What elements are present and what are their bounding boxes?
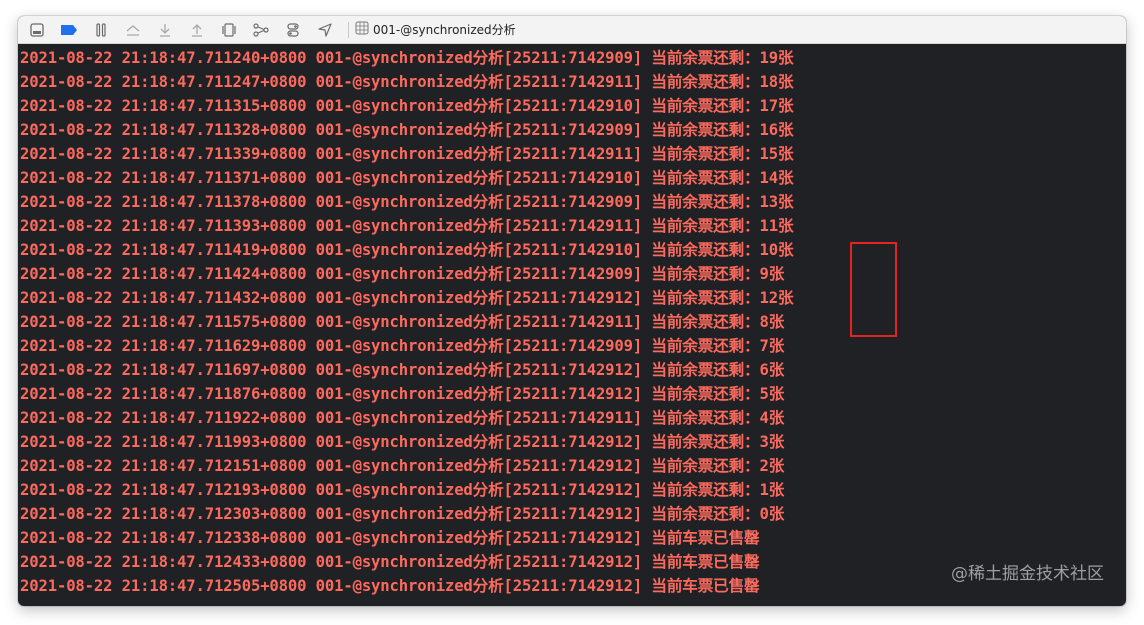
log-line: 2021-08-22 21:18:47.711378+0800 001-@syn… [20, 193, 794, 211]
hide-debug-area-icon [30, 22, 44, 37]
log-line: 2021-08-22 21:18:47.711993+0800 001-@syn… [20, 433, 785, 451]
log-line: 2021-08-22 21:18:47.712151+0800 001-@syn… [20, 457, 785, 475]
log-line: 2021-08-22 21:18:47.711328+0800 001-@syn… [20, 121, 794, 139]
log-line: 2021-08-22 21:18:47.711424+0800 001-@syn… [20, 265, 785, 283]
log-line: 2021-08-22 21:18:47.711876+0800 001-@syn… [20, 385, 785, 403]
pause-icon [95, 22, 107, 37]
log-line: 2021-08-22 21:18:47.712303+0800 001-@syn… [20, 505, 785, 523]
log-line: 2021-08-22 21:18:47.712338+0800 001-@syn… [20, 529, 760, 547]
step-out-button[interactable] [186, 19, 208, 41]
memory-graph-icon [253, 22, 269, 37]
simulate-location-icon [318, 22, 332, 37]
log-line: 2021-08-22 21:18:47.711697+0800 001-@syn… [20, 361, 785, 379]
environment-overrides-icon [286, 22, 300, 37]
step-over-button[interactable] [122, 19, 144, 41]
target-grid-icon [355, 20, 369, 39]
breadcrumb-label: 001-@synchronized分析 [373, 23, 516, 37]
pause-button[interactable] [90, 19, 112, 41]
console-output[interactable]: 2021-08-22 21:18:47.711240+0800 001-@syn… [18, 45, 1126, 606]
log-line: 2021-08-22 21:18:47.711240+0800 001-@syn… [20, 49, 794, 67]
step-over-icon [125, 23, 141, 37]
log-line: 2021-08-22 21:18:47.711247+0800 001-@syn… [20, 73, 794, 91]
view-hierarchy-button[interactable] [218, 19, 240, 41]
step-into-button[interactable] [154, 19, 176, 41]
debug-toolbar: 001-@synchronized分析 [18, 16, 1126, 44]
log-line: 2021-08-22 21:18:47.711419+0800 001-@syn… [20, 241, 794, 259]
log-line: 2021-08-22 21:18:47.711922+0800 001-@syn… [20, 409, 785, 427]
log-line: 2021-08-22 21:18:47.711432+0800 001-@syn… [20, 289, 794, 307]
view-hierarchy-icon [222, 22, 236, 37]
breakpoints-toggle-icon [60, 24, 78, 36]
memory-graph-button[interactable] [250, 19, 272, 41]
watermark: @稀土掘金技术社区 [951, 564, 1104, 584]
log-line: 2021-08-22 21:18:47.711371+0800 001-@syn… [20, 169, 794, 187]
breadcrumb[interactable]: 001-@synchronized分析 [355, 19, 516, 41]
highlight-annotation-box [850, 242, 897, 337]
log-line: 2021-08-22 21:18:47.711629+0800 001-@syn… [20, 337, 785, 355]
log-line: 2021-08-22 21:18:47.711393+0800 001-@syn… [20, 217, 794, 235]
log-line: 2021-08-22 21:18:47.711575+0800 001-@syn… [20, 313, 785, 331]
debug-console-window: 001-@synchronized分析 2021-08-22 21:18:47.… [18, 16, 1126, 606]
step-into-icon [158, 23, 172, 37]
toolbar-divider [348, 21, 349, 38]
log-line: 2021-08-22 21:18:47.711339+0800 001-@syn… [20, 145, 794, 163]
log-line: 2021-08-22 21:18:47.711315+0800 001-@syn… [20, 97, 794, 115]
breakpoints-toggle-button[interactable] [58, 19, 80, 41]
log-line: 2021-08-22 21:18:47.712193+0800 001-@syn… [20, 481, 785, 499]
hide-debug-area-button[interactable] [26, 19, 48, 41]
environment-overrides-button[interactable] [282, 19, 304, 41]
simulate-location-button[interactable] [314, 19, 336, 41]
step-out-icon [190, 23, 204, 37]
